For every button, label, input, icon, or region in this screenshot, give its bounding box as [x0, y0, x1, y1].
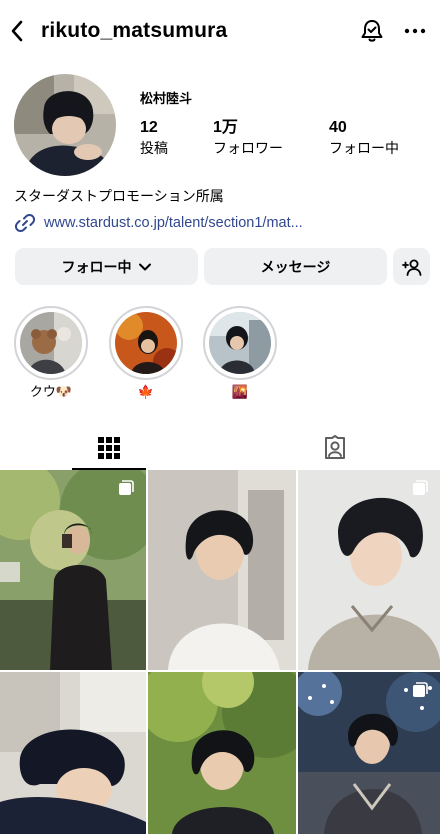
chevron-left-icon — [11, 20, 23, 42]
following-button[interactable]: フォロー中 — [15, 248, 198, 285]
post-thumbnail[interactable] — [298, 672, 440, 834]
post-thumbnail[interactable] — [0, 470, 146, 670]
link-icon — [14, 213, 36, 233]
suggest-user-button[interactable] — [393, 248, 430, 285]
tab-posts-grid[interactable] — [72, 426, 146, 470]
multiple-photos-icon — [413, 480, 428, 495]
post-thumbnail[interactable] — [298, 470, 440, 670]
stat-following-label: フォロー中 — [329, 140, 399, 156]
more-options-button[interactable] — [400, 16, 430, 46]
profile-link[interactable]: www.stardust.co.jp/talent/section1/mat..… — [14, 211, 303, 235]
more-horizontal-icon — [404, 28, 426, 34]
highlight-label: クウ🐶 — [29, 384, 73, 399]
profile-username: rikuto_matsumura — [41, 19, 228, 42]
bell-check-icon — [361, 20, 383, 42]
post-thumbnail[interactable] — [0, 672, 146, 834]
chevron-down-icon — [138, 263, 151, 270]
profile-link-text: www.stardust.co.jp/talent/section1/mat..… — [44, 215, 303, 231]
highlight-label: 🍁 — [137, 384, 155, 399]
profile-avatar[interactable] — [14, 74, 116, 176]
stat-followers-label: フォロワー — [213, 140, 283, 156]
top-bar: rikuto_matsumura — [0, 0, 440, 62]
back-button[interactable] — [6, 16, 28, 46]
stat-followers[interactable]: 1万 フォロワー — [213, 118, 283, 157]
display-name: 松村陸斗 — [140, 91, 193, 106]
following-button-label: フォロー中 — [61, 258, 132, 275]
stat-posts[interactable]: 12 投稿 — [140, 118, 168, 157]
stat-following-value: 40 — [329, 119, 347, 136]
content-tabs — [0, 426, 440, 470]
grid-icon — [98, 437, 120, 459]
profile-bio: スターダストプロモーション所属 — [14, 188, 224, 204]
add-user-icon — [401, 259, 421, 276]
posts-grid — [0, 470, 440, 834]
highlight-cover-dog — [20, 312, 82, 374]
stat-posts-value: 12 — [140, 119, 158, 136]
post-thumbnail[interactable] — [148, 470, 296, 670]
notifications-button[interactable] — [357, 16, 387, 46]
highlight-item[interactable]: 🌇 — [203, 306, 277, 400]
stat-posts-label: 投稿 — [140, 140, 168, 156]
tagged-icon — [325, 435, 345, 459]
tab-tagged[interactable] — [298, 426, 372, 470]
message-button[interactable]: メッセージ — [204, 248, 387, 285]
stat-followers-value: 1万 — [213, 119, 238, 136]
highlight-label: 🌇 — [231, 384, 249, 399]
multiple-photos-icon — [413, 682, 428, 697]
highlight-item[interactable]: 🍁 — [109, 306, 183, 400]
highlight-cover-sunset — [209, 312, 271, 374]
stat-following[interactable]: 40 フォロー中 — [329, 118, 399, 157]
highlight-cover-autumn — [115, 312, 177, 374]
highlight-item[interactable]: クウ🐶 — [14, 306, 88, 400]
message-button-label: メッセージ — [260, 258, 331, 275]
multiple-photos-icon — [119, 480, 134, 495]
post-thumbnail[interactable] — [148, 672, 296, 834]
